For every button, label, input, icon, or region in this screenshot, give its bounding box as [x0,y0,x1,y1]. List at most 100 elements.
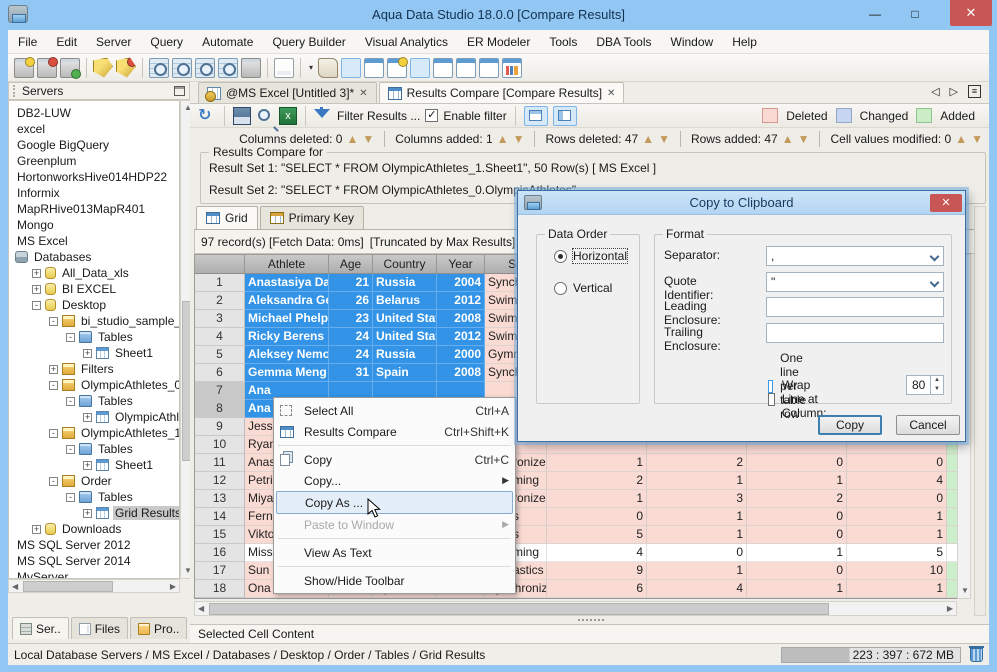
menu-item-select-all[interactable]: Select All Ctrl+A [276,400,513,421]
menu-item-copy[interactable]: Copy Ctrl+C [276,449,513,470]
close-button[interactable]: ✕ [950,0,992,26]
cell[interactable]: United Stat [373,328,437,346]
cell[interactable]: 9 [547,562,647,580]
cell[interactable]: 16 [195,544,245,562]
radio-vertical[interactable]: Vertical [554,281,612,295]
maximize-button[interactable]: □ [902,6,928,24]
menu-er-modeler[interactable]: ER Modeler [467,35,530,49]
sidebar-tab-pro[interactable]: Pro.. [130,617,188,639]
tree-item-olympicathletes-1[interactable]: - OlympicAthletes_1 [9,425,179,441]
view-table-icon[interactable] [410,57,431,78]
next-diff-icon[interactable]: ▼ [513,132,525,146]
prev-tab-icon[interactable]: ◁ [931,85,939,98]
next-diff-icon[interactable]: ▼ [658,132,670,146]
cell[interactable]: Gemma Meng [245,364,329,382]
cell[interactable]: 5 [195,346,245,364]
prev-diff-icon[interactable]: ▲ [782,132,794,146]
prev-diff-icon[interactable]: ▲ [955,132,967,146]
cell[interactable]: 2004 [437,274,485,292]
menu-file[interactable]: File [18,35,37,49]
cell[interactable]: 23 [329,310,373,328]
cell[interactable]: 1 [747,580,847,598]
column-header-Athlete[interactable]: Athlete [245,255,329,274]
expand-icon[interactable]: + [32,268,41,278]
tree-item-all-data-xls[interactable]: + All_Data_xls [9,265,179,281]
next-diff-icon[interactable]: ▼ [971,132,983,146]
tree-item-google-bigquery[interactable]: Google BigQuery [9,137,179,153]
cell[interactable]: 5 [847,544,947,562]
register-server-icon[interactable] [14,56,35,78]
cell[interactable]: 0 [747,454,847,472]
tree-item-tables[interactable]: - Tables [9,489,179,505]
cell[interactable]: 2 [547,472,647,490]
scroll-thumb[interactable] [23,581,113,592]
view-form-icon[interactable] [364,57,385,78]
cancel-button[interactable]: Cancel [896,415,960,435]
collapse-icon[interactable]: - [49,380,58,390]
tree-item-grid-results[interactable]: + Grid Results [9,505,179,521]
wrap-column-spinner[interactable]: 80 ▲ ▼ [906,375,944,395]
cell[interactable]: 14 [195,508,245,526]
expand-icon[interactable]: + [32,284,41,294]
cell[interactable]: 10 [195,436,245,454]
menu-edit[interactable]: Edit [56,35,77,49]
new-document-icon[interactable] [274,57,294,78]
cell[interactable]: 0 [747,508,847,526]
split-horizontal-button[interactable] [523,105,548,126]
sidebar-tab-ser[interactable]: Ser.. [12,617,69,639]
tree-item-sheet1[interactable]: + Sheet1 [9,457,179,473]
new-query-analyzer-icon[interactable] [93,57,113,78]
cell[interactable]: Russia [373,274,437,292]
menu-item-copy-[interactable]: Copy... ▶ [276,470,513,491]
next-diff-icon[interactable]: ▼ [798,132,810,146]
menu-item-view-as-text[interactable]: View As Text [276,542,513,563]
next-tab-icon[interactable]: ▷ [950,85,958,98]
compare-windows-icon[interactable] [218,57,238,78]
cell[interactable]: 1 [195,274,245,292]
menu-query[interactable]: Query [150,35,183,49]
tree-item-mongo[interactable]: Mongo [9,217,179,233]
cell[interactable]: 24 [329,328,373,346]
menu-visual-analytics[interactable]: Visual Analytics [365,35,448,49]
save-icon[interactable] [233,106,251,125]
column-header-Year[interactable]: Year [437,255,485,274]
cell[interactable]: 1 [847,580,947,598]
document-dropdown-icon[interactable]: ▾ [309,63,313,72]
tab-list-icon[interactable]: ≡ [968,85,981,98]
collapse-icon[interactable]: - [49,428,58,438]
menu-query-builder[interactable]: Query Builder [272,35,345,49]
query-spark-remove-icon[interactable] [116,57,136,78]
collapse-icon[interactable]: - [66,444,75,454]
menu-server[interactable]: Server [96,35,131,49]
tree-item-tables[interactable]: - Tables [9,329,179,345]
cell[interactable]: 17 [195,562,245,580]
garbage-collect-icon[interactable] [969,645,984,662]
checkbox-icon[interactable] [768,392,775,406]
spinner-arrows-icon[interactable]: ▲ ▼ [930,376,943,394]
menu-item-show-hide-toolbar[interactable]: Show/Hide Toolbar [276,570,513,591]
tree-item-databases[interactable]: Databases [9,249,179,265]
tree-item-ms-excel[interactable]: MS Excel [9,233,179,249]
cell[interactable]: Aleksey Nemo [245,346,329,364]
cell[interactable]: 2012 [437,292,485,310]
cell[interactable]: 2008 [437,364,485,382]
column-header-Country[interactable]: Country [373,255,437,274]
grid-horizontal-scrollbar[interactable]: ◀ ▶ [194,601,957,616]
expand-icon[interactable]: + [83,460,92,470]
doc-tab-compare[interactable]: Results Compare [Compare Results] ✕ [378,82,625,103]
tree-item-informix[interactable]: Informix [9,185,179,201]
cell[interactable]: 11 [195,454,245,472]
tree-item-ms-sql-server-2014[interactable]: MS SQL Server 2014 [9,553,179,569]
minimize-button[interactable]: — [862,6,888,24]
refresh-icon[interactable]: ↻ [198,107,216,125]
scroll-right-icon[interactable]: ▶ [170,581,176,593]
expand-icon[interactable]: + [83,412,92,422]
tree-item-olympicathle[interactable]: + OlympicAthle [9,409,179,425]
field-input-separator-[interactable]: , [766,246,944,266]
cell[interactable]: 4 [195,328,245,346]
splitter-handle[interactable] [578,619,604,623]
scroll-thumb[interactable] [209,603,829,615]
cell[interactable]: 0 [547,508,647,526]
cell[interactable]: 8 [195,400,245,418]
cell[interactable]: 1 [547,454,647,472]
